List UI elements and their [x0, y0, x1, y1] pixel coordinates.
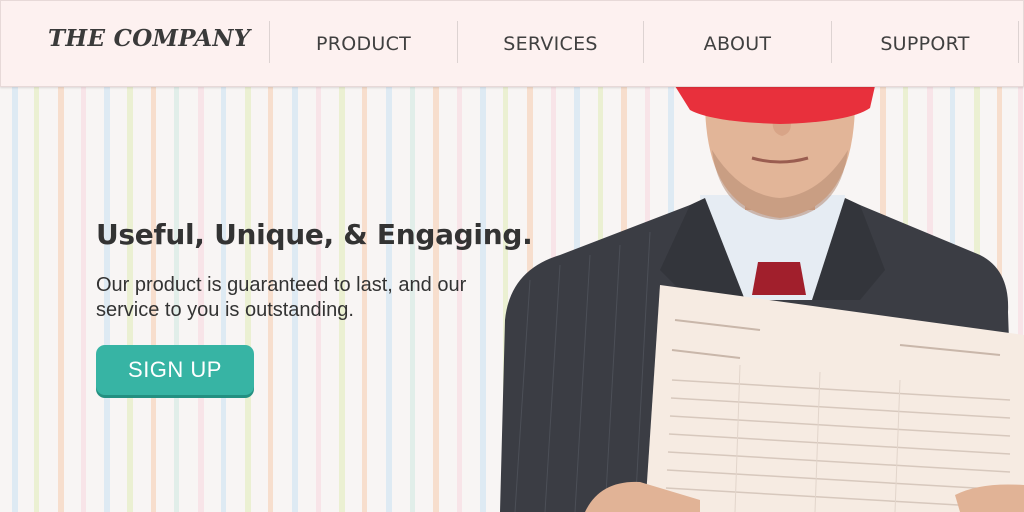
- company-logo[interactable]: THE COMPANY: [48, 25, 250, 52]
- nav-item-about[interactable]: ABOUT: [644, 1, 831, 86]
- hero-headline: Useful, Unique, & Engaging.: [96, 218, 533, 251]
- nav-item-support[interactable]: SUPPORT: [832, 1, 1018, 86]
- nav-item-services[interactable]: SERVICES: [458, 1, 643, 86]
- top-navbar: THE COMPANY PRODUCT SERVICES ABOUT SUPPO…: [0, 0, 1024, 87]
- nav-item-product[interactable]: PRODUCT: [270, 1, 457, 86]
- nav-divider: [1018, 21, 1019, 63]
- hero-subtext: Our product is guaranteed to last, and o…: [96, 274, 467, 321]
- sign-up-button[interactable]: SIGN UP: [96, 345, 254, 395]
